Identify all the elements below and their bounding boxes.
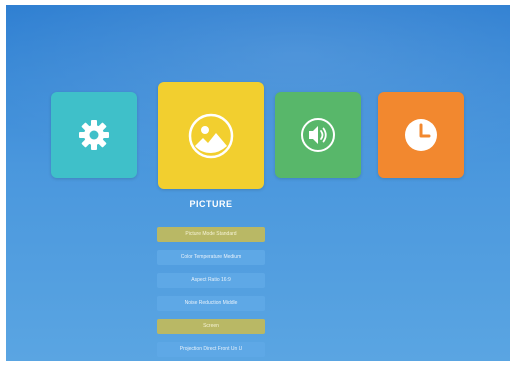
speaker-icon bbox=[299, 116, 337, 154]
picture-icon bbox=[186, 111, 236, 161]
selected-category-label: PICTURE bbox=[189, 199, 233, 209]
menu-item-noise-reduction[interactable]: Noise Reduction Middle bbox=[157, 296, 265, 311]
menu-item-projection-direction[interactable]: Projection Direct Front Un U bbox=[157, 342, 265, 357]
picture-submenu: Picture Mode Standard Color Temperature … bbox=[157, 227, 265, 361]
sound-tile[interactable] bbox=[275, 92, 361, 178]
gear-icon bbox=[78, 119, 110, 151]
timer-tile[interactable] bbox=[378, 92, 464, 178]
menu-item-picture-mode[interactable]: Picture Mode Standard bbox=[157, 227, 265, 242]
menu-item-screen[interactable]: Screen bbox=[157, 319, 265, 334]
menu-item-aspect-ratio[interactable]: Aspect Ratio 16:9 bbox=[157, 273, 265, 288]
settings-tile[interactable] bbox=[51, 92, 137, 178]
picture-tile[interactable] bbox=[158, 82, 264, 189]
menu-item-color-temperature[interactable]: Color Temperature Medium bbox=[157, 250, 265, 265]
tv-menu-screen: PICTURE Picture Mode Standard Color Temp… bbox=[6, 5, 510, 361]
clock-icon bbox=[403, 117, 439, 153]
